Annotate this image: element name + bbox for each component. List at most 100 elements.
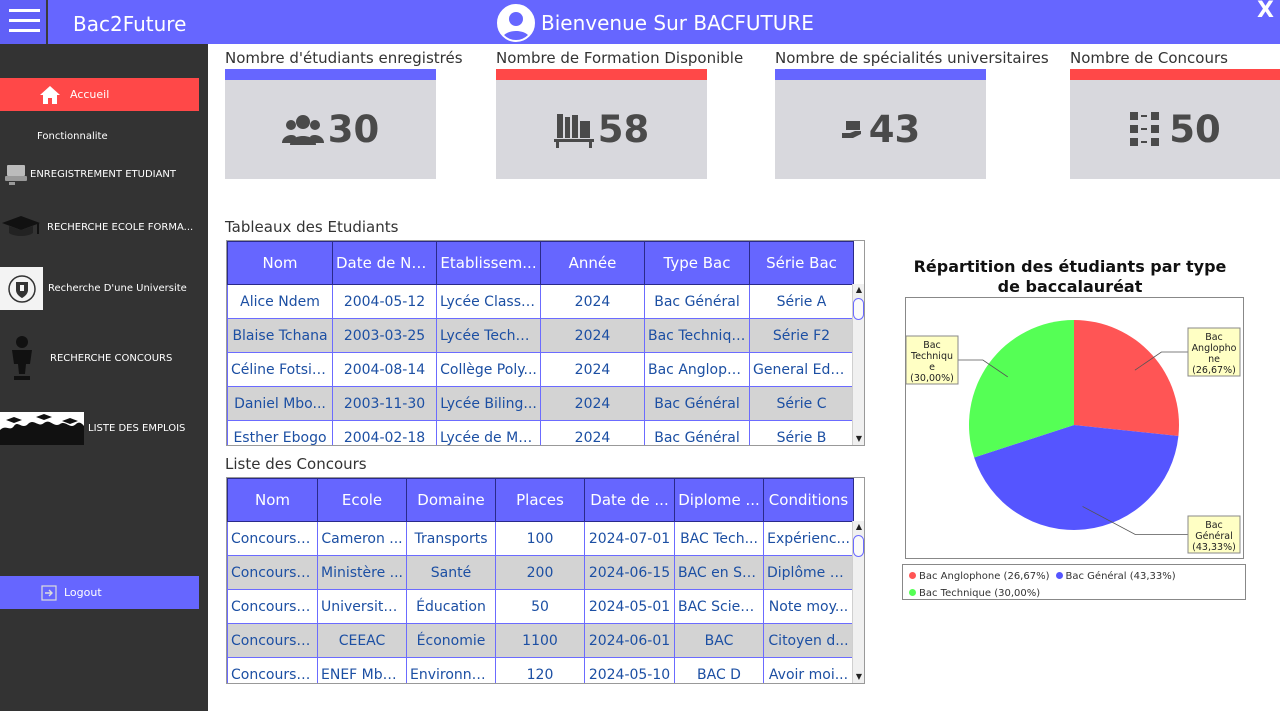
table-cell[interactable]: 2024-06-01 — [584, 623, 675, 658]
table-cell[interactable]: Citoyen d... — [763, 623, 854, 658]
table-cell[interactable]: Bac Général — [644, 420, 750, 445]
table-cell[interactable]: Économie — [406, 623, 496, 658]
table-cell[interactable]: Concours I... — [227, 555, 318, 590]
table-cell[interactable]: BAC D — [674, 657, 764, 683]
sidebar-item-ecole-formation[interactable]: RECHERCHE ECOLE FORMA... — [0, 214, 193, 240]
table-cell[interactable]: Concours ... — [227, 657, 318, 683]
sidebar-item-concours[interactable]: RECHERCHE CONCOURS — [0, 334, 172, 382]
column-header[interactable]: Série Bac — [749, 241, 854, 285]
table-cell[interactable]: 2004-08-14 — [332, 352, 437, 387]
table-cell[interactable]: 1100 — [495, 623, 585, 658]
table-cell[interactable]: General Edu... — [749, 352, 854, 387]
table-cell[interactable]: ENEF Mba... — [317, 657, 407, 683]
table-cell[interactable]: 2024 — [540, 318, 645, 353]
table-cell[interactable]: 200 — [495, 555, 585, 590]
table-row[interactable]: Concours ... ENEF Mba... Environne... 120 20… — [227, 657, 854, 683]
table-cell[interactable]: Lycée Techn... — [436, 318, 541, 353]
column-header[interactable]: Diplome ... — [674, 478, 764, 522]
concours-table-scrollbar[interactable]: ▲ ▼ — [852, 521, 864, 683]
table-cell[interactable]: BAC Scien... — [674, 589, 764, 624]
table-cell[interactable]: Expérienc... — [763, 521, 854, 556]
table-cell[interactable]: Note moy... — [763, 589, 854, 624]
close-button[interactable]: X — [1257, 0, 1274, 23]
table-cell[interactable]: 100 — [495, 521, 585, 556]
table-row[interactable]: Concours I... Ministère ... Santé 200 2024-0… — [227, 555, 854, 590]
table-cell[interactable]: 2024 — [540, 352, 645, 387]
table-cell[interactable]: Esther Ebogo — [227, 420, 333, 445]
table-cell[interactable]: Environne... — [406, 657, 496, 683]
table-cell[interactable]: CEEAC — [317, 623, 407, 658]
table-cell[interactable]: Concours ... — [227, 589, 318, 624]
students-table-scrollbar[interactable]: ▲ ▼ — [852, 284, 864, 445]
column-header[interactable]: Nom — [227, 241, 333, 285]
table-cell[interactable]: Série F2 — [749, 318, 854, 353]
table-row[interactable]: Daniel Mbo... 2003-11-30 Lycée Biling... 20… — [227, 386, 854, 421]
table-row[interactable]: Concours ... CEEAC Économie 1100 2024-06-01 B… — [227, 623, 854, 658]
column-header[interactable]: Date de ... — [584, 478, 675, 522]
table-row[interactable]: Esther Ebogo 2004-02-18 Lycée de Ma... 2024… — [227, 420, 854, 445]
table-cell[interactable]: 2024 — [540, 420, 645, 445]
table-cell[interactable]: BAC — [674, 623, 764, 658]
scroll-down-icon[interactable]: ▼ — [853, 671, 864, 683]
sidebar-item-enregistrement[interactable]: ENREGISTREMENT ETUDIANT — [0, 161, 176, 187]
scroll-thumb[interactable] — [853, 298, 864, 320]
table-cell[interactable]: Bac Angloph... — [644, 352, 750, 387]
table-cell[interactable]: 50 — [495, 589, 585, 624]
logout-button[interactable]: Logout — [0, 576, 199, 609]
table-cell[interactable]: Blaise Tchana — [227, 318, 333, 353]
table-cell[interactable]: 2004-05-12 — [332, 284, 437, 319]
table-cell[interactable]: 120 — [495, 657, 585, 683]
table-row[interactable]: Céline Fotsing 2004-08-14 Collège Poly... 2… — [227, 352, 854, 387]
sidebar-item-universite[interactable]: Recherche D'une Universite — [0, 267, 187, 310]
scroll-down-icon[interactable]: ▼ — [853, 433, 864, 445]
table-row[interactable]: Alice Ndem 2004-05-12 Lycée Classi... 2024 B… — [227, 284, 854, 319]
column-header[interactable]: Nom — [227, 478, 318, 522]
scroll-up-icon[interactable]: ▲ — [853, 284, 864, 296]
table-cell[interactable]: Avoir moi... — [763, 657, 854, 683]
table-cell[interactable]: Lycée de Ma... — [436, 420, 541, 445]
table-cell[interactable]: 2024-05-01 — [584, 589, 675, 624]
table-cell[interactable]: 2024-07-01 — [584, 521, 675, 556]
table-cell[interactable]: 2024 — [540, 284, 645, 319]
column-header[interactable]: Domaine — [406, 478, 496, 522]
scroll-up-icon[interactable]: ▲ — [853, 521, 864, 533]
column-header[interactable]: Type Bac — [644, 241, 750, 285]
table-cell[interactable]: 2024-05-10 — [584, 657, 675, 683]
table-cell[interactable]: Bac Général — [644, 386, 750, 421]
table-cell[interactable]: Université ... — [317, 589, 407, 624]
table-cell[interactable]: Collège Poly... — [436, 352, 541, 387]
table-cell[interactable]: Lycée Classi... — [436, 284, 541, 319]
sidebar-item-accueil[interactable]: Accueil — [0, 78, 199, 111]
table-cell[interactable]: Ministère ... — [317, 555, 407, 590]
table-cell[interactable]: 2003-11-30 — [332, 386, 437, 421]
table-cell[interactable]: Concours ... — [227, 623, 318, 658]
table-cell[interactable]: Santé — [406, 555, 496, 590]
table-cell[interactable]: Concours ... — [227, 521, 318, 556]
table-cell[interactable]: Transports — [406, 521, 496, 556]
table-cell[interactable]: 2004-02-18 — [332, 420, 437, 445]
table-cell[interactable]: Cameron ... — [317, 521, 407, 556]
table-cell[interactable]: Série A — [749, 284, 854, 319]
table-cell[interactable]: Éducation — [406, 589, 496, 624]
column-header[interactable]: Places — [495, 478, 585, 522]
table-cell[interactable]: Série B — [749, 420, 854, 445]
table-cell[interactable]: BAC Tech... — [674, 521, 764, 556]
table-row[interactable]: Concours ... Université ... Éducation 50 202… — [227, 589, 854, 624]
sidebar-item-emplois[interactable]: LISTE DES EMPLOIS — [0, 412, 185, 445]
table-cell[interactable]: Diplôme d... — [763, 555, 854, 590]
table-cell[interactable]: Céline Fotsing — [227, 352, 333, 387]
table-row[interactable]: Concours ... Cameron ... Transports 100 2024… — [227, 521, 854, 556]
table-cell[interactable]: 2024 — [540, 386, 645, 421]
scroll-thumb[interactable] — [853, 535, 864, 557]
table-cell[interactable]: Bac Général — [644, 284, 750, 319]
column-header[interactable]: Ecole — [317, 478, 407, 522]
table-cell[interactable]: 2003-03-25 — [332, 318, 437, 353]
table-cell[interactable]: Série C — [749, 386, 854, 421]
table-cell[interactable]: Bac Technique — [644, 318, 750, 353]
table-row[interactable]: Blaise Tchana 2003-03-25 Lycée Techn... 202… — [227, 318, 854, 353]
table-cell[interactable]: Lycée Biling... — [436, 386, 541, 421]
column-header[interactable]: Etablissem... — [436, 241, 541, 285]
column-header[interactable]: Année — [540, 241, 645, 285]
column-header[interactable]: Date de Na... — [332, 241, 437, 285]
table-cell[interactable]: 2024-06-15 — [584, 555, 675, 590]
